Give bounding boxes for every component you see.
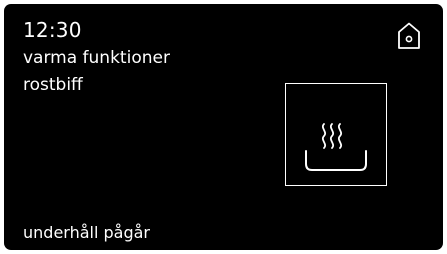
steam-dish-icon bbox=[305, 123, 367, 171]
home-icon bbox=[398, 22, 420, 49]
warming-function-tile[interactable] bbox=[285, 83, 387, 186]
status-message: underhåll pågår bbox=[23, 223, 150, 242]
home-button[interactable] bbox=[396, 21, 422, 51]
clock-time: 12:30 bbox=[23, 18, 82, 42]
oven-display: 12:30 varma funktioner rostbiff underhål… bbox=[4, 4, 443, 250]
mode-label: varma funktioner bbox=[23, 48, 170, 68]
program-label: rostbiff bbox=[23, 75, 83, 95]
